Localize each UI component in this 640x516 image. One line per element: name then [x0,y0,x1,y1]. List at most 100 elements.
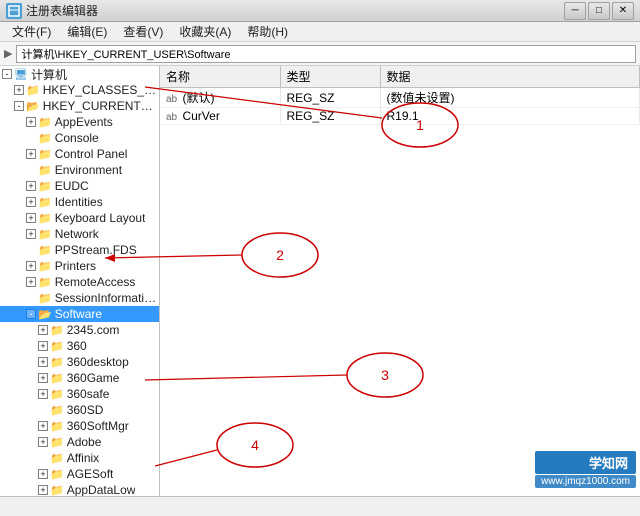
app-icon [6,3,22,19]
network-label: Network [55,227,99,241]
col-name: 名称 [160,66,280,88]
expand-360[interactable]: + [38,341,48,351]
folder-eudc-icon: 📁 [38,180,52,193]
minimize-button[interactable]: ─ [564,2,586,20]
address-bar[interactable]: 计算机\HKEY_CURRENT_USER\Software [16,45,636,63]
tree-scroll-area[interactable]: - 🖥 计算机 + 📁 HKEY_CLASSES_ROOT - 📂 HKEY_C… [0,66,159,496]
folder-360-icon: 📁 [50,340,64,353]
expand-remoteaccess[interactable]: + [26,277,36,287]
tree-item-hkcr[interactable]: + 📁 HKEY_CLASSES_ROOT [0,82,159,98]
sessioninfo-label: SessionInformation [55,291,157,305]
software-label: Software [55,307,102,321]
expand-appevents[interactable]: + [26,117,36,127]
expand-eudc[interactable]: + [26,181,36,191]
ppstream-label: PPStream.FDS [55,243,137,257]
tree-item-360[interactable]: + 📁 360 [0,338,159,354]
tree-item-360softmgr[interactable]: + 📁 360SoftMgr [0,418,159,434]
menu-help[interactable]: 帮助(H) [239,21,296,42]
tree-item-360game[interactable]: + 📁 360Game [0,370,159,386]
tree-item-360safe[interactable]: + 📁 360safe [0,386,159,402]
reg-name-curver-text: CurVer [182,109,219,123]
tree-item-controlpanel[interactable]: + 📁 Control Panel [0,146,159,162]
tree-item-ppstream[interactable]: 📁 PPStream.FDS [0,242,159,258]
expand-360game[interactable]: + [38,373,48,383]
reg-data-default: (数值未设置) [380,88,640,108]
tree-item-sessioninfo[interactable]: 📁 SessionInformation [0,290,159,306]
tree-item-identities[interactable]: + 📁 Identities [0,194,159,210]
folder-appevents-icon: 📁 [38,116,52,129]
menu-edit[interactable]: 编辑(E) [59,21,115,42]
tree-item-remoteaccess[interactable]: + 📁 RemoteAccess [0,274,159,290]
tree-item-affinix[interactable]: 📁 Affinix [0,450,159,466]
appevents-label: AppEvents [55,115,113,129]
tree-item-computer[interactable]: - 🖥 计算机 [0,66,159,82]
folder-controlpanel-icon: 📁 [38,148,52,161]
tree-item-appevents[interactable]: + 📁 AppEvents [0,114,159,130]
tree-item-printers[interactable]: + 📁 Printers [0,258,159,274]
folder-sessioninfo-icon: 📁 [38,292,52,305]
expand-controlpanel[interactable]: + [26,149,36,159]
expand-computer[interactable]: - [2,69,12,79]
table-row[interactable]: ab (默认) REG_SZ (数值未设置) [160,88,640,108]
hkcu-label: HKEY_CURRENT_USER [43,99,157,113]
environment-label: Environment [55,163,122,177]
tree-item-keyboard-layout[interactable]: + 📁 Keyboard Layout [0,210,159,226]
tree-item-environment[interactable]: 📁 Environment [0,162,159,178]
expand-appdatalow[interactable]: + [38,485,48,495]
folder-360game-icon: 📁 [50,372,64,385]
tree-item-eudc[interactable]: + 📁 EUDC [0,178,159,194]
expand-printers[interactable]: + [26,261,36,271]
expand-360desktop[interactable]: + [38,357,48,367]
watermark: 学知网 www.jmqz1000.com [535,451,636,488]
maximize-button[interactable]: □ [588,2,610,20]
expand-software[interactable]: - [26,309,36,319]
window-controls: ─ □ ✕ [564,2,634,20]
status-bar [0,496,640,516]
s360game-label: 360Game [67,371,120,385]
tree-item-2345[interactable]: + 📁 2345.com [0,322,159,338]
menu-file[interactable]: 文件(F) [4,21,59,42]
folder-360safe-icon: 📁 [50,388,64,401]
tree-item-adobe[interactable]: + 📁 Adobe [0,434,159,450]
close-button[interactable]: ✕ [612,2,634,20]
watermark-line2: www.jmqz1000.com [535,475,636,488]
tree-item-360sd[interactable]: 📁 360SD [0,402,159,418]
expand-identities[interactable]: + [26,197,36,207]
console-label: Console [55,131,99,145]
table-row[interactable]: ab CurVer REG_SZ R19.1 [160,108,640,125]
hkcr-label: HKEY_CLASSES_ROOT [43,83,157,97]
s360sd-label: 360SD [67,403,104,417]
tree-item-360desktop[interactable]: + 📁 360desktop [0,354,159,370]
reg-name-curver: ab CurVer [160,108,280,125]
expand-360safe[interactable]: + [38,389,48,399]
expand-agesoft[interactable]: + [38,469,48,479]
folder-360sd-icon: 📁 [50,404,64,417]
identities-label: Identities [55,195,103,209]
reg-type-default: REG_SZ [280,88,380,108]
tree-item-console[interactable]: 📁 Console [0,130,159,146]
tree-item-agesoft[interactable]: + 📁 AGESoft [0,466,159,482]
expand-2345[interactable]: + [38,325,48,335]
expand-adobe[interactable]: + [38,437,48,447]
eudc-label: EUDC [55,179,89,193]
keyboard-layout-label: Keyboard Layout [55,211,146,225]
reg-data-curver: R19.1 [380,108,640,125]
menu-view[interactable]: 查看(V) [115,21,171,42]
expand-hkcu[interactable]: - [14,101,24,111]
menu-favorites[interactable]: 收藏夹(A) [171,21,239,42]
address-label: ▶ [4,47,12,60]
folder-hkcu-icon: 📂 [26,100,40,113]
tree-item-network[interactable]: + 📁 Network [0,226,159,242]
controlpanel-label: Control Panel [55,147,128,161]
tree-item-software[interactable]: - 📂 Software [0,306,159,322]
menu-bar: 文件(F) 编辑(E) 查看(V) 收藏夹(A) 帮助(H) [0,22,640,42]
s2345-label: 2345.com [67,323,120,337]
expand-hkcr[interactable]: + [14,85,24,95]
expand-360softmgr[interactable]: + [38,421,48,431]
expand-keyboard-layout[interactable]: + [26,213,36,223]
tree-item-appdatalow[interactable]: + 📁 AppDataLow [0,482,159,496]
curver-icon: ab [166,112,177,123]
sagesoft-label: AGESoft [67,467,114,481]
expand-network[interactable]: + [26,229,36,239]
tree-item-hkcu[interactable]: - 📂 HKEY_CURRENT_USER [0,98,159,114]
